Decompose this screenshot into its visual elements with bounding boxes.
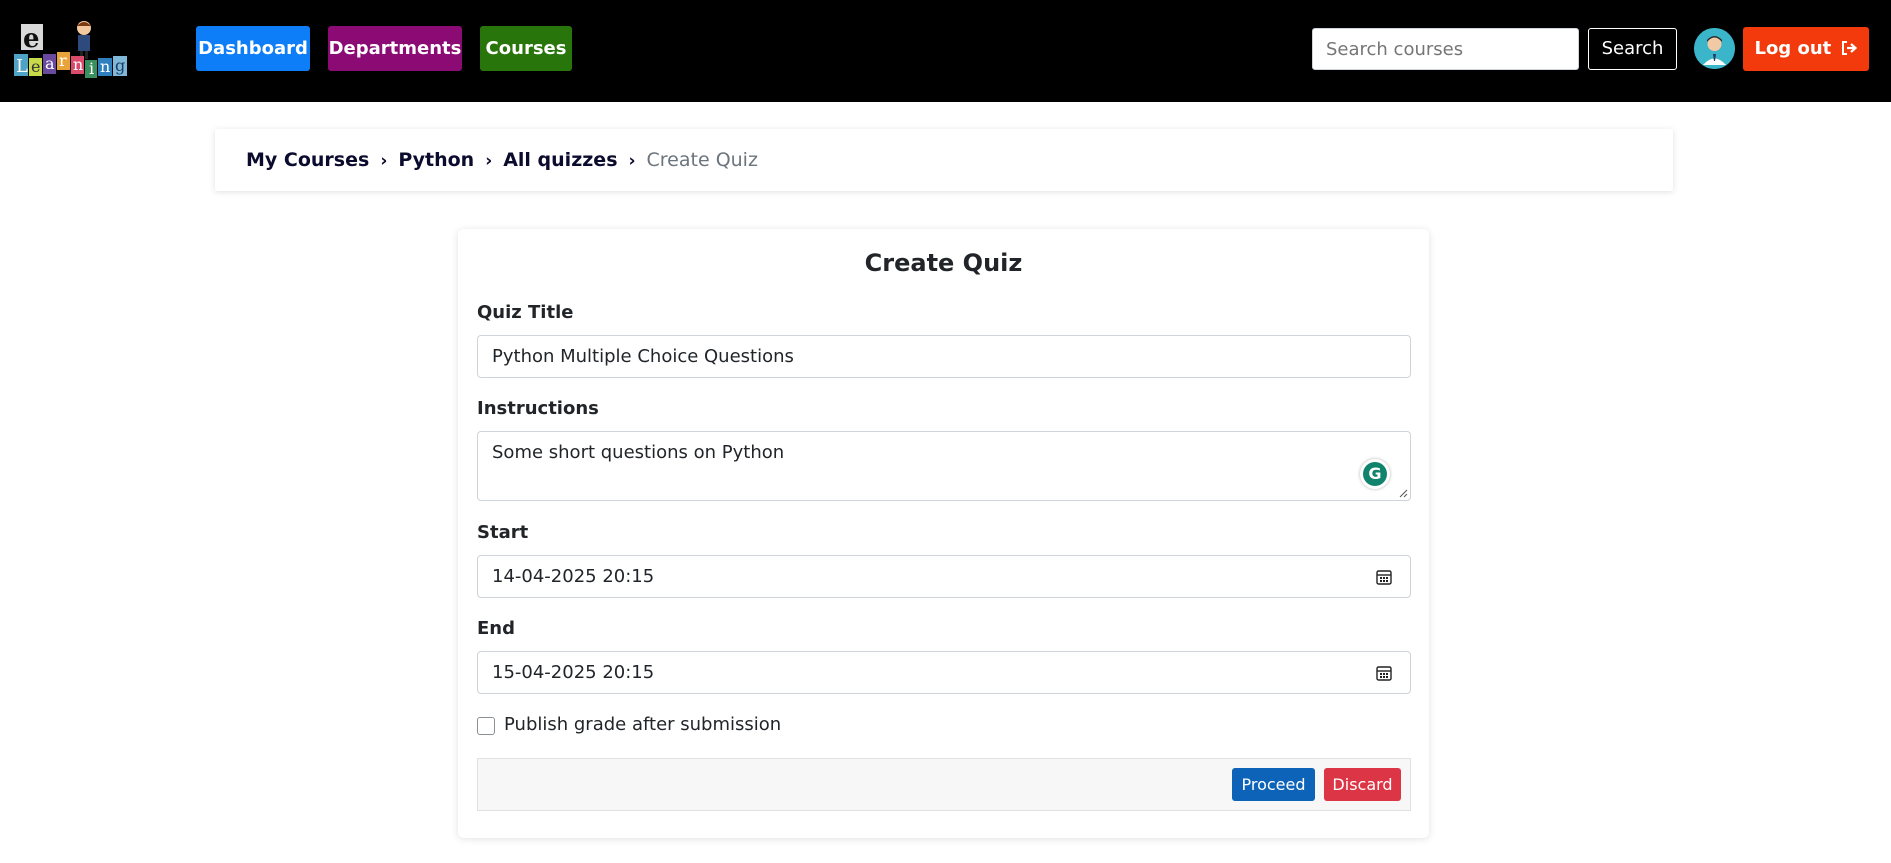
calendar-icon[interactable] <box>1375 664 1393 682</box>
end-datetime-input[interactable]: 15-04-2025 20:15 <box>477 651 1411 694</box>
dashboard-button[interactable]: Dashboard <box>196 26 310 71</box>
top-navbar: e L e a r n i n g Dashboard Departments … <box>0 0 1891 102</box>
grammarly-icon[interactable]: G <box>1360 459 1390 489</box>
discard-button[interactable]: Discard <box>1324 768 1401 801</box>
calendar-icon[interactable] <box>1375 568 1393 586</box>
user-avatar[interactable] <box>1694 28 1735 69</box>
resize-handle-icon[interactable] <box>1398 488 1408 498</box>
search-input[interactable] <box>1312 28 1579 70</box>
svg-text:n: n <box>100 57 110 76</box>
breadcrumb-python[interactable]: Python <box>398 149 474 171</box>
publish-grade-checkbox[interactable] <box>477 717 495 735</box>
svg-text:i: i <box>89 59 94 78</box>
proceed-button[interactable]: Proceed <box>1232 768 1315 801</box>
quiz-title-input[interactable]: Python Multiple Choice Questions <box>477 335 1411 378</box>
breadcrumb-separator: › <box>628 151 636 171</box>
svg-text:e: e <box>23 24 40 54</box>
page-title: Create Quiz <box>864 249 1023 277</box>
end-value: 15-04-2025 20:15 <box>492 662 655 683</box>
quiz-title-label: Quiz Title <box>477 302 574 323</box>
sign-out-icon <box>1841 27 1858 71</box>
elearning-logo[interactable]: e L e a r n i n g <box>14 18 168 80</box>
breadcrumb: My Courses › Python › All quizzes › Create Qui… <box>246 129 758 191</box>
end-label: End <box>477 618 515 639</box>
logout-label: Log out <box>1754 38 1832 59</box>
start-value: 14-04-2025 20:15 <box>492 566 655 587</box>
create-quiz-card: Create Quiz Quiz Title Python Multiple C… <box>458 229 1429 838</box>
search-button[interactable]: Search <box>1588 28 1677 70</box>
svg-text:n: n <box>73 55 83 74</box>
breadcrumb-my-courses[interactable]: My Courses <box>246 149 369 171</box>
svg-text:r: r <box>59 51 67 70</box>
breadcrumb-bar: My Courses › Python › All quizzes › Create Qui… <box>215 129 1673 191</box>
quiz-title-value: Python Multiple Choice Questions <box>492 346 794 367</box>
svg-text:e: e <box>31 57 40 76</box>
instructions-label: Instructions <box>477 398 599 419</box>
breadcrumb-separator: › <box>380 151 388 171</box>
svg-text:a: a <box>45 54 55 73</box>
start-label: Start <box>477 522 529 543</box>
breadcrumb-current: Create Quiz <box>646 149 758 171</box>
breadcrumb-separator: › <box>485 151 493 171</box>
departments-button[interactable]: Departments <box>328 26 462 71</box>
instructions-value: Some short questions on Python <box>492 442 785 463</box>
breadcrumb-all-quizzes[interactable]: All quizzes <box>503 149 617 171</box>
courses-button[interactable]: Courses <box>480 26 572 71</box>
svg-text:g: g <box>115 56 125 75</box>
logout-button[interactable]: Log out <box>1743 27 1869 71</box>
form-actions-bar: Proceed Discard <box>477 758 1411 811</box>
instructions-textarea[interactable]: Some short questions on Python G <box>477 431 1411 501</box>
start-datetime-input[interactable]: 14-04-2025 20:15 <box>477 555 1411 598</box>
publish-grade-label[interactable]: Publish grade after submission <box>504 714 781 735</box>
svg-text:L: L <box>16 56 28 77</box>
